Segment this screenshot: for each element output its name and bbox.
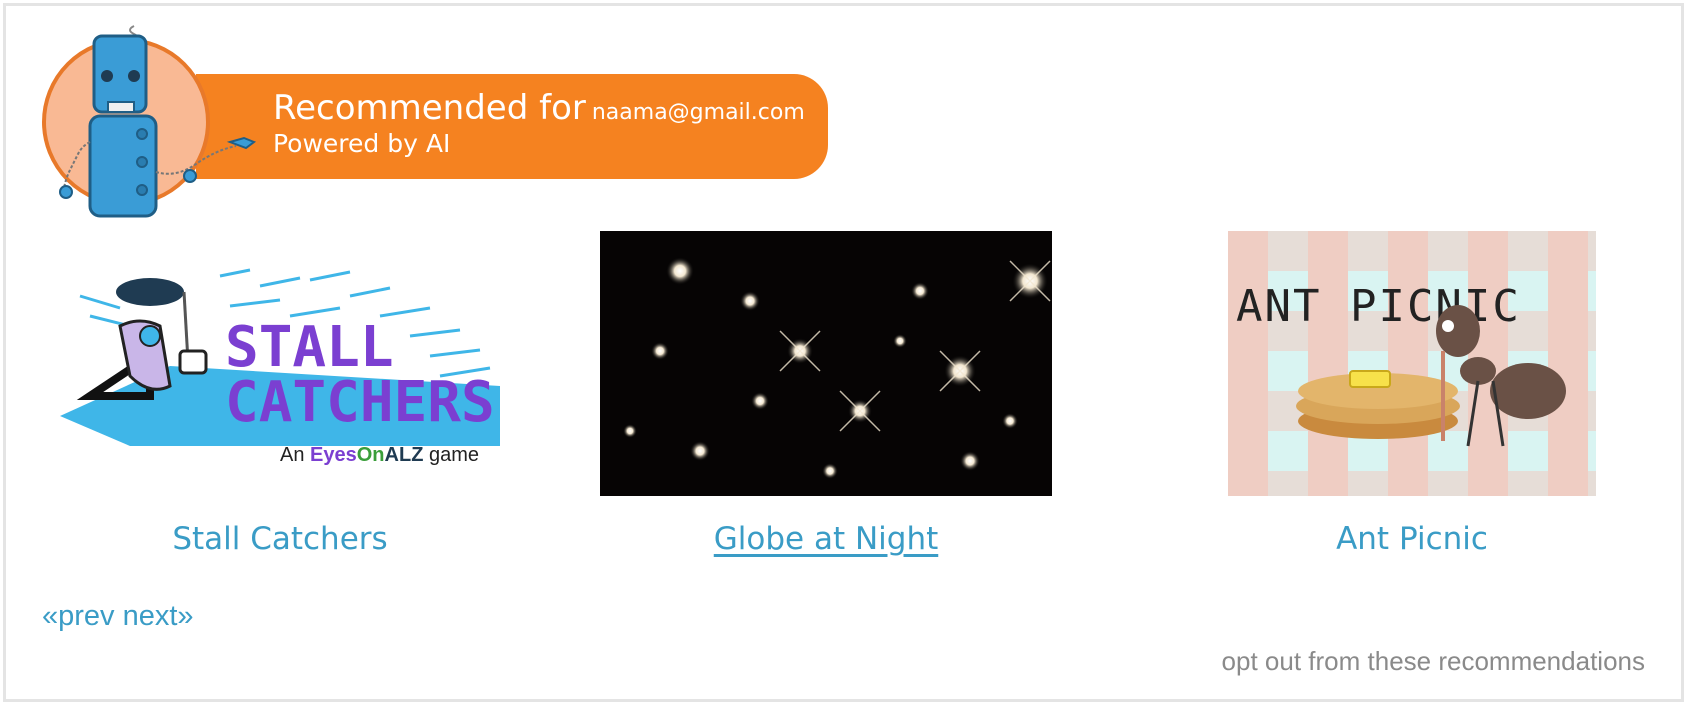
card-title-ant-picnic[interactable]: Ant Picnic xyxy=(1182,521,1642,557)
recommendations-widget: Recommended for naama@gmail.com Powered b… xyxy=(3,3,1684,702)
next-link[interactable]: next» xyxy=(123,600,194,632)
recommendation-banner: Recommended for naama@gmail.com Powered b… xyxy=(196,74,828,179)
user-email: naama@gmail.com xyxy=(591,100,805,125)
banner-subtitle: Powered by AI xyxy=(273,129,451,158)
opt-out-link[interactable]: opt out from these recommendations xyxy=(1222,646,1645,677)
stall-catchers-thumbnail[interactable]: STALL CATCHERS An EyesOnALZ game xyxy=(50,256,510,466)
banner-title-text: Recommended for xyxy=(273,88,586,128)
prev-link[interactable]: «prev xyxy=(42,600,115,632)
card-title-globe-at-night[interactable]: Globe at Night xyxy=(596,521,1056,557)
ant-picnic-thumbnail[interactable]: ANT PICNIC xyxy=(1228,231,1596,496)
banner-title: Recommended for naama@gmail.com xyxy=(273,88,805,128)
card-title-stall-catchers[interactable]: Stall Catchers xyxy=(50,521,510,557)
stall-catchers-tagline: An EyesOnALZ game xyxy=(280,444,479,466)
stall-catchers-logo-text-2: CATCHERS xyxy=(225,370,495,435)
globe-at-night-thumbnail[interactable] xyxy=(600,231,1052,496)
robot-avatar-icon xyxy=(42,25,257,218)
pager: «prev next» xyxy=(42,600,194,633)
